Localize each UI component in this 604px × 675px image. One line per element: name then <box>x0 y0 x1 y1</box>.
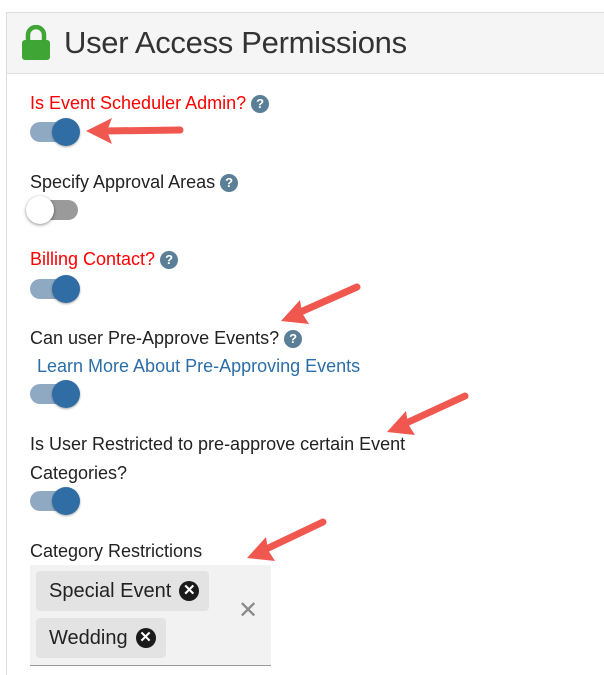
annotation-arrow <box>247 518 327 561</box>
annotation-arrow <box>387 392 469 435</box>
annotation-arrows <box>86 118 469 561</box>
annotation-arrow <box>86 118 184 144</box>
annotation-arrow <box>281 283 361 324</box>
